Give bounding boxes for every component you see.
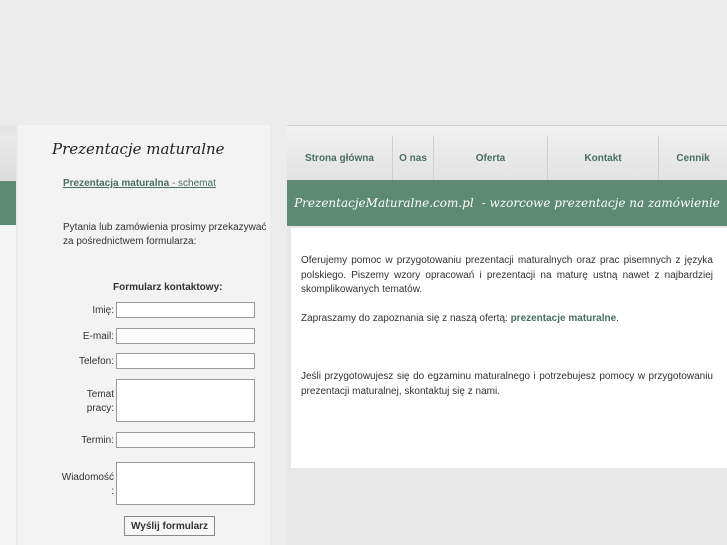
nav-cennik[interactable]: Cennik (658, 136, 727, 181)
contact-form-title: Formularz kontaktowy: (113, 282, 223, 293)
sidebar-link-row: Prezentacja maturalna - schemat (63, 178, 216, 189)
sidebar-title: Prezentacje maturalne (52, 140, 225, 158)
submit-button[interactable]: Wyślij formularz (124, 516, 216, 536)
offer-paragraph: Zapraszamy do zapoznania się z naszą ofe… (301, 312, 713, 327)
main-nav: Strona główna O nas Oferta Kontakt Cenni… (287, 125, 727, 181)
nav-kontakt[interactable]: Kontakt (547, 136, 658, 181)
wiadomosc-label: Wiadomość : (62, 471, 114, 499)
left-edge-nav (0, 135, 16, 182)
left-edge-band (0, 181, 16, 225)
header-banner: PrezentacjeMaturalne.com.pl - wzorcowe p… (287, 180, 727, 226)
telefon-field[interactable] (116, 353, 255, 369)
sidebar-info-text: Pytania lub zamówienia prosimy przekazyw… (63, 222, 267, 247)
nav-o-nas[interactable]: O nas (392, 136, 433, 181)
imie-label: Imię: (92, 305, 114, 316)
wiadomosc-label-line1: Wiadomość (61, 472, 114, 483)
temat-field[interactable] (116, 379, 255, 422)
temat-label-line2: pracy: (86, 403, 114, 414)
sidebar: Prezentacje maturalne Prezentacja matura… (18, 125, 270, 545)
wiadomosc-label-line2: : (111, 486, 114, 497)
email-label: E-mail: (82, 331, 114, 342)
left-edge-panel (0, 225, 16, 545)
intro-paragraph: Oferujemy pomoc w przygotowaniu prezenta… (301, 255, 713, 295)
left-page-edge (0, 125, 16, 545)
email-field[interactable] (116, 328, 255, 344)
termin-label: Termin: (81, 435, 114, 446)
content-panel: Oferujemy pomoc w przygotowaniu prezenta… (291, 228, 727, 468)
schema-link-bold: Prezentacja maturalna (63, 178, 170, 189)
offer-link[interactable]: prezentacje maturalne (511, 313, 617, 324)
main-column: Strona główna O nas Oferta Kontakt Cenni… (287, 125, 727, 545)
banner-tagline: - wzorcowe prezentacje na zamówienie (481, 196, 720, 210)
banner-site-name: PrezentacjeMaturalne.com.pl (294, 196, 474, 210)
nav-oferta[interactable]: Oferta (433, 136, 547, 181)
offer-end: . (616, 313, 619, 324)
offer-text: Zapraszamy do zapoznania się z naszą ofe… (301, 313, 511, 324)
telefon-label: Telefon: (78, 356, 114, 367)
temat-label: Temat pracy: (87, 388, 114, 416)
temat-label-line1: Temat (86, 389, 114, 400)
schema-link-rest: - schemat (169, 178, 216, 189)
wiadomosc-field[interactable] (116, 462, 255, 505)
contact-paragraph: Jeśli przygotowujesz się do egzaminu mat… (301, 371, 713, 397)
imie-field[interactable] (116, 302, 255, 318)
nav-strona-glowna[interactable]: Strona główna (287, 136, 392, 181)
termin-field[interactable] (116, 432, 255, 448)
schema-link[interactable]: Prezentacja maturalna - schemat (63, 178, 216, 189)
